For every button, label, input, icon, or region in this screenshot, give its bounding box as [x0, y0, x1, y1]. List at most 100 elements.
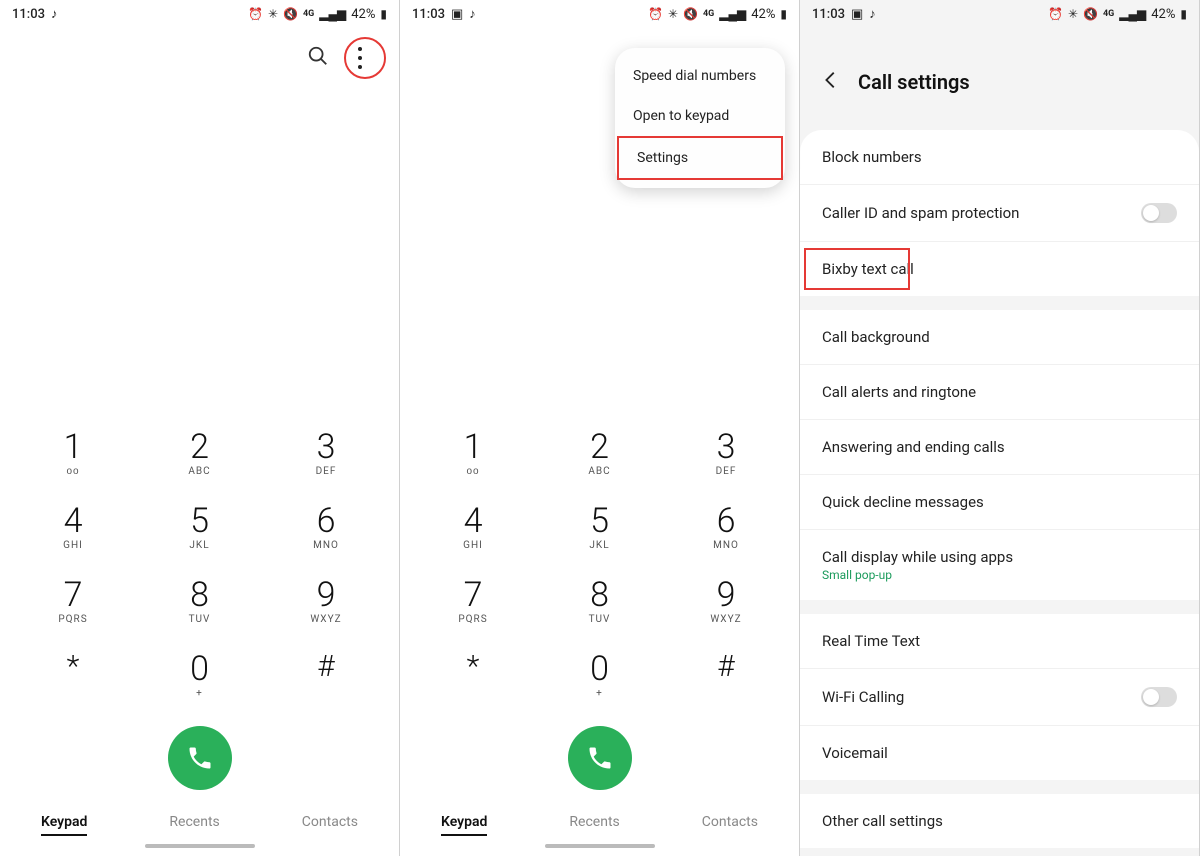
key-6[interactable]: 6MNO: [681, 504, 771, 552]
mute-icon: 🔇: [283, 7, 298, 21]
music-icon: ♪: [469, 6, 476, 22]
key-7[interactable]: 7PQRS: [428, 578, 518, 626]
key-2[interactable]: 2ABC: [155, 430, 245, 478]
toggle-wifi-calling[interactable]: [1141, 687, 1177, 707]
tab-contacts[interactable]: Contacts: [302, 814, 358, 836]
setting-wifi-calling[interactable]: Wi-Fi Calling: [800, 669, 1199, 726]
key-0[interactable]: 0+: [155, 652, 245, 700]
alarm-icon: ⏰: [248, 7, 263, 21]
battery-text: 42%: [751, 7, 775, 22]
screen-dialer: 11:03 ♪ ⏰ ✳ 🔇 4G ▂▄▆ 42% ▮ 1ᴏᴏ 2ABC 3DEF: [0, 0, 400, 856]
key-star[interactable]: *: [28, 652, 118, 700]
nav-bar[interactable]: [400, 838, 799, 854]
key-9[interactable]: 9WXYZ: [281, 578, 371, 626]
dialer-toolbar: [0, 28, 399, 88]
screenshot-icon: ▣: [851, 7, 863, 22]
tab-recents[interactable]: Recents: [569, 814, 619, 836]
key-6[interactable]: 6MNO: [281, 504, 371, 552]
screen-call-settings: 11:03 ▣ ♪ ⏰ ✳ 🔇 4G ▂▄▆ 42% ▮ Call settin…: [800, 0, 1200, 856]
setting-label: Call display while using apps: [822, 548, 1013, 566]
network-icon: 4G: [703, 9, 714, 19]
setting-sublabel: Small pop-up: [822, 568, 1013, 582]
key-7[interactable]: 7PQRS: [28, 578, 118, 626]
setting-bixby-text-call[interactable]: Bixby text call: [800, 242, 1199, 296]
alarm-icon: ⏰: [648, 7, 663, 21]
settings-header: Call settings: [800, 28, 1199, 108]
battery-icon: ▮: [380, 7, 387, 21]
call-button[interactable]: [568, 726, 632, 790]
status-time: 11:03: [412, 7, 445, 22]
menu-speed-dial[interactable]: Speed dial numbers: [615, 56, 785, 96]
menu-open-keypad[interactable]: Open to keypad: [615, 96, 785, 136]
setting-call-background[interactable]: Call background: [800, 310, 1199, 365]
key-5[interactable]: 5JKL: [555, 504, 645, 552]
back-icon[interactable]: [820, 69, 842, 95]
bluetooth-icon: ✳: [268, 7, 278, 21]
key-1[interactable]: 1ᴏᴏ: [428, 430, 518, 478]
setting-voicemail[interactable]: Voicemail: [800, 726, 1199, 780]
key-8[interactable]: 8TUV: [555, 578, 645, 626]
mute-icon: 🔇: [1083, 7, 1098, 21]
dialer-keypad: 1ᴏᴏ 2ABC 3DEF 4GHI 5JKL 6MNO 7PQRS 8TUV …: [0, 430, 399, 726]
key-4[interactable]: 4GHI: [28, 504, 118, 552]
setting-label: Voicemail: [822, 744, 888, 762]
key-3[interactable]: 3DEF: [281, 430, 371, 478]
setting-caller-id[interactable]: Caller ID and spam protection: [800, 185, 1199, 242]
tab-keypad[interactable]: Keypad: [441, 814, 487, 836]
page-title: Call settings: [858, 70, 970, 94]
key-5[interactable]: 5JKL: [155, 504, 245, 552]
key-hash[interactable]: #: [681, 652, 771, 700]
setting-call-display[interactable]: Call display while using apps Small pop-…: [800, 530, 1199, 600]
settings-list: Block numbers Caller ID and spam protect…: [800, 130, 1199, 848]
setting-rtt[interactable]: Real Time Text: [800, 614, 1199, 669]
tab-contacts[interactable]: Contacts: [702, 814, 758, 836]
tab-keypad[interactable]: Keypad: [41, 814, 87, 836]
setting-label: Bixby text call: [822, 260, 914, 278]
network-icon: 4G: [1103, 9, 1114, 19]
dialer-tabs: Keypad Recents Contacts: [0, 808, 399, 838]
music-icon: ♪: [869, 6, 876, 22]
setting-other[interactable]: Other call settings: [800, 794, 1199, 848]
key-1[interactable]: 1ᴏᴏ: [28, 430, 118, 478]
tab-recents[interactable]: Recents: [169, 814, 219, 836]
setting-label: Call alerts and ringtone: [822, 383, 976, 401]
setting-label: Answering and ending calls: [822, 438, 1005, 456]
signal-icon: ▂▄▆: [1119, 7, 1146, 21]
setting-label: Block numbers: [822, 148, 922, 166]
status-bar: 11:03 ▣ ♪ ⏰ ✳ 🔇 4G ▂▄▆ 42% ▮: [800, 0, 1199, 28]
key-4[interactable]: 4GHI: [428, 504, 518, 552]
key-9[interactable]: 9WXYZ: [681, 578, 771, 626]
key-star[interactable]: *: [428, 652, 518, 700]
setting-label: Call background: [822, 328, 930, 346]
key-2[interactable]: 2ABC: [555, 430, 645, 478]
toggle-caller-id[interactable]: [1141, 203, 1177, 223]
setting-call-alerts[interactable]: Call alerts and ringtone: [800, 365, 1199, 420]
key-8[interactable]: 8TUV: [155, 578, 245, 626]
key-3[interactable]: 3DEF: [681, 430, 771, 478]
key-hash[interactable]: #: [281, 652, 371, 700]
setting-answering[interactable]: Answering and ending calls: [800, 420, 1199, 475]
key-0[interactable]: 0+: [555, 652, 645, 700]
search-icon[interactable]: [307, 45, 329, 71]
menu-settings[interactable]: Settings: [617, 136, 783, 180]
status-time: 11:03: [12, 7, 45, 22]
more-icon[interactable]: [341, 39, 379, 77]
battery-icon: ▮: [1180, 7, 1187, 21]
signal-icon: ▂▄▆: [319, 7, 346, 21]
music-icon: ♪: [51, 6, 58, 22]
overflow-menu: Speed dial numbers Open to keypad Settin…: [615, 48, 785, 188]
nav-bar[interactable]: [0, 838, 399, 854]
screenshot-icon: ▣: [451, 7, 463, 22]
setting-label: Real Time Text: [822, 632, 920, 650]
battery-icon: ▮: [780, 7, 787, 21]
status-bar: 11:03 ▣ ♪ ⏰ ✳ 🔇 4G ▂▄▆ 42% ▮: [400, 0, 799, 28]
status-time: 11:03: [812, 7, 845, 22]
battery-text: 42%: [1151, 7, 1175, 22]
status-bar: 11:03 ♪ ⏰ ✳ 🔇 4G ▂▄▆ 42% ▮: [0, 0, 399, 28]
battery-text: 42%: [351, 7, 375, 22]
setting-quick-decline[interactable]: Quick decline messages: [800, 475, 1199, 530]
call-button[interactable]: [168, 726, 232, 790]
screen-dialer-menu: 11:03 ▣ ♪ ⏰ ✳ 🔇 4G ▂▄▆ 42% ▮ Speed dial …: [400, 0, 800, 856]
setting-label: Other call settings: [822, 812, 943, 830]
setting-block-numbers[interactable]: Block numbers: [800, 130, 1199, 185]
